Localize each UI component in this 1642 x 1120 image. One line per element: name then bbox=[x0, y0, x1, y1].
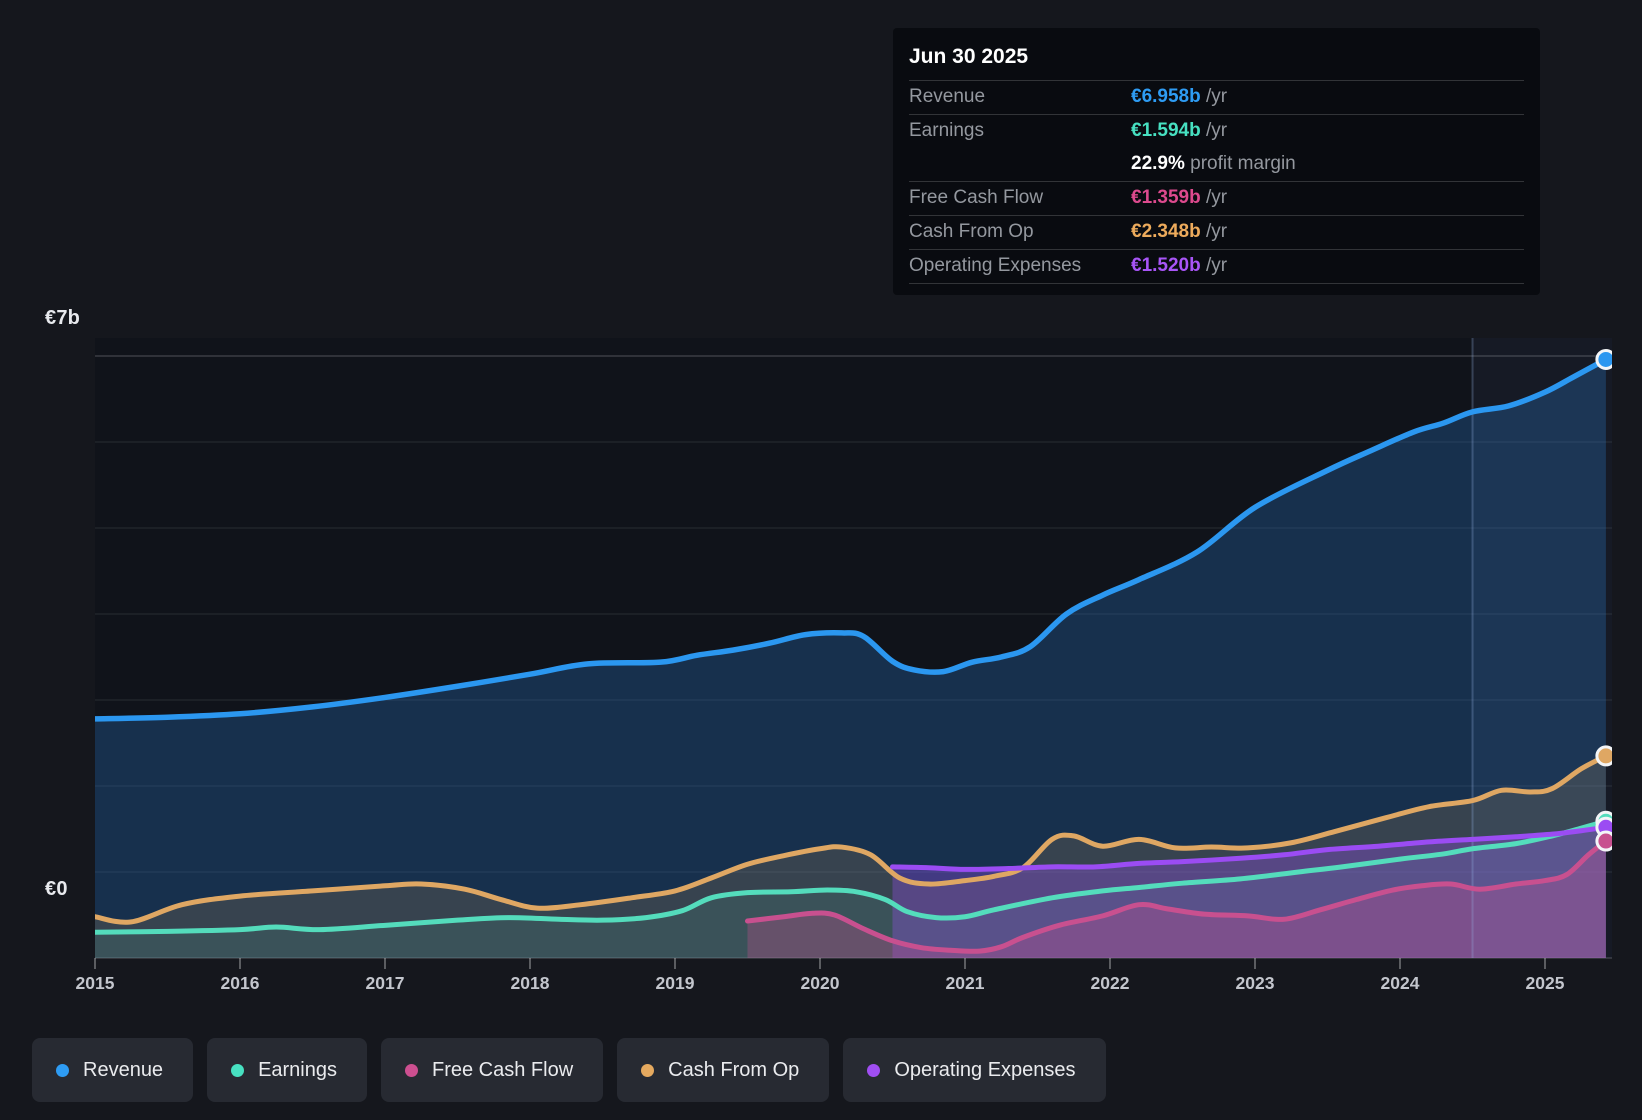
tooltip-row-cash-from-op: Cash From Op €2.348b /yr bbox=[909, 215, 1524, 249]
tooltip-row-revenue: Revenue €6.958b /yr bbox=[909, 80, 1524, 114]
tooltip-label: Revenue bbox=[909, 86, 986, 107]
tooltip-suffix: /yr bbox=[1200, 187, 1228, 208]
legend-item-cash-from-op[interactable]: Cash From Op bbox=[617, 1038, 830, 1102]
tooltip-label: Cash From Op bbox=[909, 221, 1034, 242]
tooltip-row-free-cash-flow: Free Cash Flow €1.359b /yr bbox=[909, 181, 1524, 215]
cash-from-op-dot-icon bbox=[641, 1063, 655, 1077]
tooltip-suffix: /yr bbox=[1200, 221, 1228, 242]
tooltip-label: Operating Expenses bbox=[909, 255, 1082, 276]
legend-label: Cash From Op bbox=[668, 1058, 800, 1081]
tooltip-date: Jun 30 2025 bbox=[909, 45, 1029, 68]
tooltip-value: 22.9% bbox=[1131, 153, 1185, 174]
legend: Revenue Earnings Free Cash Flow Cash Fro… bbox=[32, 1038, 1106, 1102]
tooltip-row-earnings: Earnings €1.594b /yr bbox=[909, 114, 1524, 148]
tooltip-label: Earnings bbox=[909, 120, 984, 141]
legend-item-revenue[interactable]: Revenue bbox=[32, 1038, 194, 1102]
legend-item-free-cash-flow[interactable]: Free Cash Flow bbox=[381, 1038, 604, 1102]
tooltip-value: €1.359b bbox=[1131, 187, 1201, 208]
revenue-dot-icon bbox=[56, 1063, 69, 1077]
earnings-revenue-history-chart: Jun 30 2025 Revenue €6.958b /yr Earnings… bbox=[0, 0, 1642, 1120]
legend-label: Earnings bbox=[258, 1058, 337, 1081]
tooltip-value: €2.348b bbox=[1131, 221, 1201, 242]
legend-label: Operating Expenses bbox=[894, 1058, 1076, 1081]
legend-item-earnings[interactable]: Earnings bbox=[207, 1038, 367, 1102]
tooltip-row-profit-margin: 22.9% profit margin bbox=[909, 148, 1524, 181]
tooltip-row-operating-expenses: Operating Expenses €1.520b /yr bbox=[909, 249, 1524, 283]
tooltip-value: €1.520b bbox=[1131, 255, 1201, 276]
tooltip-value: €1.594b bbox=[1131, 120, 1201, 141]
chart-tooltip: Jun 30 2025 Revenue €6.958b /yr Earnings… bbox=[893, 28, 1540, 295]
tooltip-suffix: /yr bbox=[1200, 120, 1228, 141]
earnings-dot-icon bbox=[231, 1063, 245, 1077]
tooltip-value: €6.958b bbox=[1131, 86, 1201, 107]
tooltip-suffix: /yr bbox=[1200, 255, 1228, 276]
legend-label: Revenue bbox=[83, 1058, 164, 1081]
tooltip-label: Free Cash Flow bbox=[909, 187, 1044, 208]
tooltip-suffix: /yr bbox=[1200, 86, 1228, 107]
legend-item-operating-expenses[interactable]: Operating Expenses bbox=[843, 1038, 1106, 1102]
operating-expenses-dot-icon bbox=[867, 1063, 881, 1077]
legend-label: Free Cash Flow bbox=[432, 1058, 574, 1081]
tooltip-bottom-divider bbox=[909, 283, 1524, 289]
tooltip-suffix: profit margin bbox=[1184, 153, 1296, 174]
free-cash-flow-dot-icon bbox=[405, 1063, 418, 1077]
